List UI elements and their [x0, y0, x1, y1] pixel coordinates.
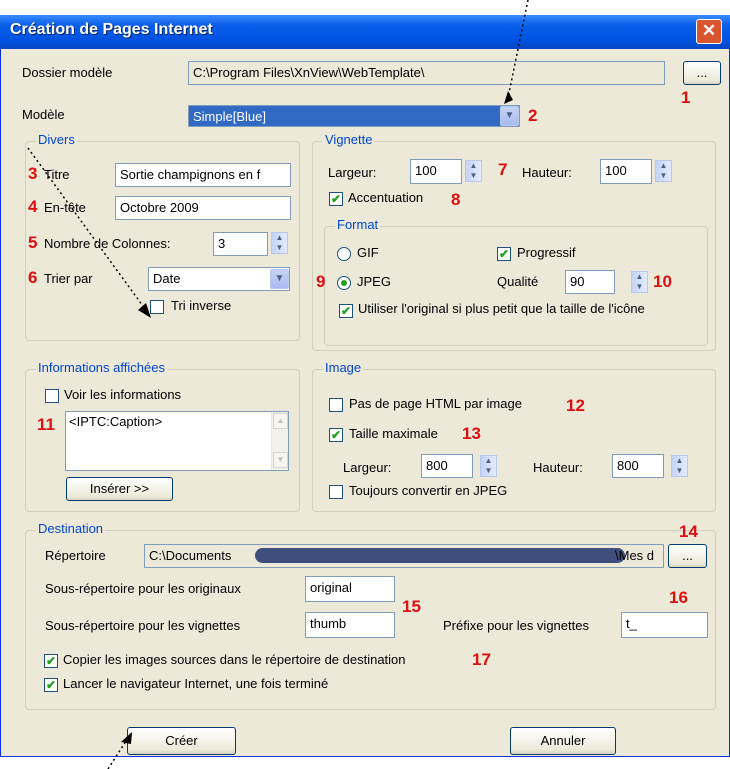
arrowhead-model [504, 91, 513, 104]
arrowhead-create [121, 732, 132, 744]
arrow-reverse-sort [27, 147, 149, 314]
annotation-arrows [27, 0, 529, 769]
arrowhead-reverse [138, 303, 151, 318]
arrow-model-dropdown [507, 0, 529, 99]
